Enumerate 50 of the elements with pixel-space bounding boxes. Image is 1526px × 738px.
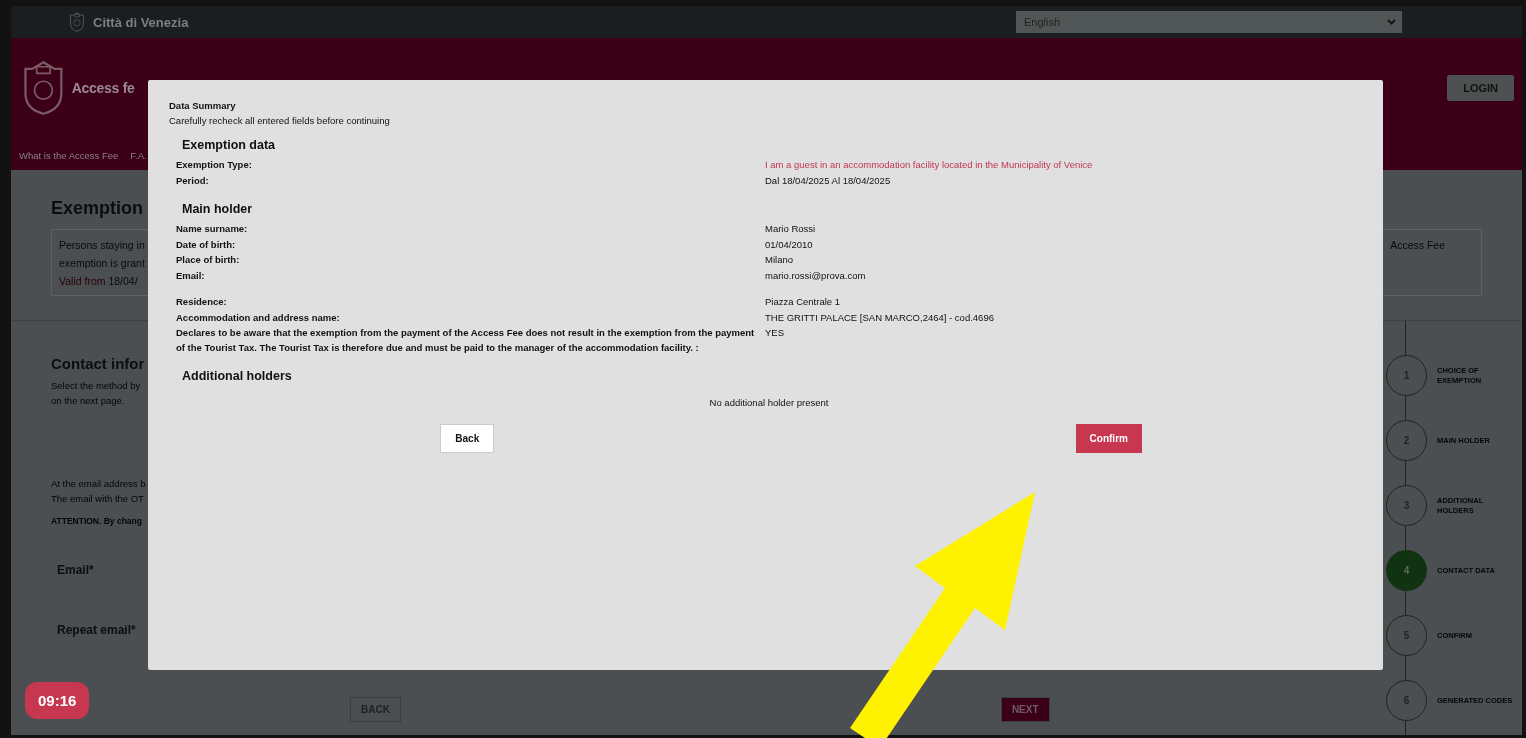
dialog-title: Data Summary xyxy=(169,100,237,111)
field-value: Milano xyxy=(765,253,794,267)
field-label: Declares to be aware that the exemption from the payment of the Access Fee does not result in the exemption from the payment of the Tourist Tax. The Tourist Tax is therefore due and must be paid to the manager of the accommodation facility. : xyxy=(176,326,756,355)
valid-date: 18/04/ xyxy=(108,275,138,287)
section-heading: Additional holders xyxy=(182,369,293,383)
nav-link[interactable]: F.A. xyxy=(130,150,147,161)
field-value: Piazza Centrale 1 xyxy=(765,295,841,309)
field-label: Email: xyxy=(176,268,206,283)
field-value: mario.rossi@prova.com xyxy=(765,268,867,283)
valid-label: Valid from xyxy=(59,275,106,287)
site-name[interactable]: Città di Venezia xyxy=(93,14,189,30)
field-value: I am a guest in an accommodation facility located in the Municipality of Venice xyxy=(765,158,1094,172)
intro-text: Select the method by xyxy=(51,379,141,393)
chevron-down-icon xyxy=(1387,19,1396,25)
field-value: Dal 18/04/2025 Al 18/04/2025 xyxy=(765,173,892,188)
intro-text: on the next page. xyxy=(51,394,125,408)
note-text: The email with the OT xyxy=(51,492,144,506)
attention-text: ATTENTION. By chang xyxy=(51,515,142,528)
field-label: Date of birth: xyxy=(176,237,237,252)
field-label: Place of birth: xyxy=(176,253,241,267)
info-text: Access Fee xyxy=(1390,238,1445,253)
note-text: At the email address b xyxy=(51,477,146,491)
field-label: Period: xyxy=(176,173,210,188)
section-heading: Main holder xyxy=(182,202,254,216)
step-circle[interactable]: 4 xyxy=(1386,550,1427,591)
city-crest-icon xyxy=(69,12,85,32)
field-value: YES xyxy=(765,326,785,340)
field-label: Repeat email* xyxy=(57,623,136,637)
section-heading: Exemption data xyxy=(182,138,277,152)
field-label: Residence: xyxy=(176,295,228,309)
nav-link[interactable]: What is the Access Fee xyxy=(19,150,119,161)
field-value: THE GRITTI PALACE [SAN MARCO,2464] - cod.4696 xyxy=(765,310,995,325)
field-value: 01/04/2010 xyxy=(765,237,814,252)
back-button[interactable]: Back xyxy=(440,424,495,453)
page-title: Access fe xyxy=(71,80,135,96)
countdown-timer: 09:16 xyxy=(25,682,90,719)
info-text: Persons staying in xyxy=(59,238,145,253)
field-label: Email* xyxy=(57,563,94,577)
field-label: Exemption Type: xyxy=(176,158,253,172)
empty-message: No additional holder present xyxy=(709,397,829,408)
field-label: Name surname: xyxy=(176,222,249,236)
section-title: Exemption xyxy=(51,198,143,219)
confirm-button[interactable]: Confirm xyxy=(1075,424,1142,453)
field-label: Accommodation and address name: xyxy=(176,310,341,325)
field-value: Mario Rossi xyxy=(765,222,817,236)
section-title: Contact infor xyxy=(51,355,145,372)
dialog-subtitle: Carefully recheck all entered fields before continuing xyxy=(169,115,391,126)
next-button[interactable]: NEXT xyxy=(1000,697,1050,722)
login-button[interactable]: LOGIN xyxy=(1447,75,1514,101)
info-text: exemption is grant xyxy=(59,256,145,271)
